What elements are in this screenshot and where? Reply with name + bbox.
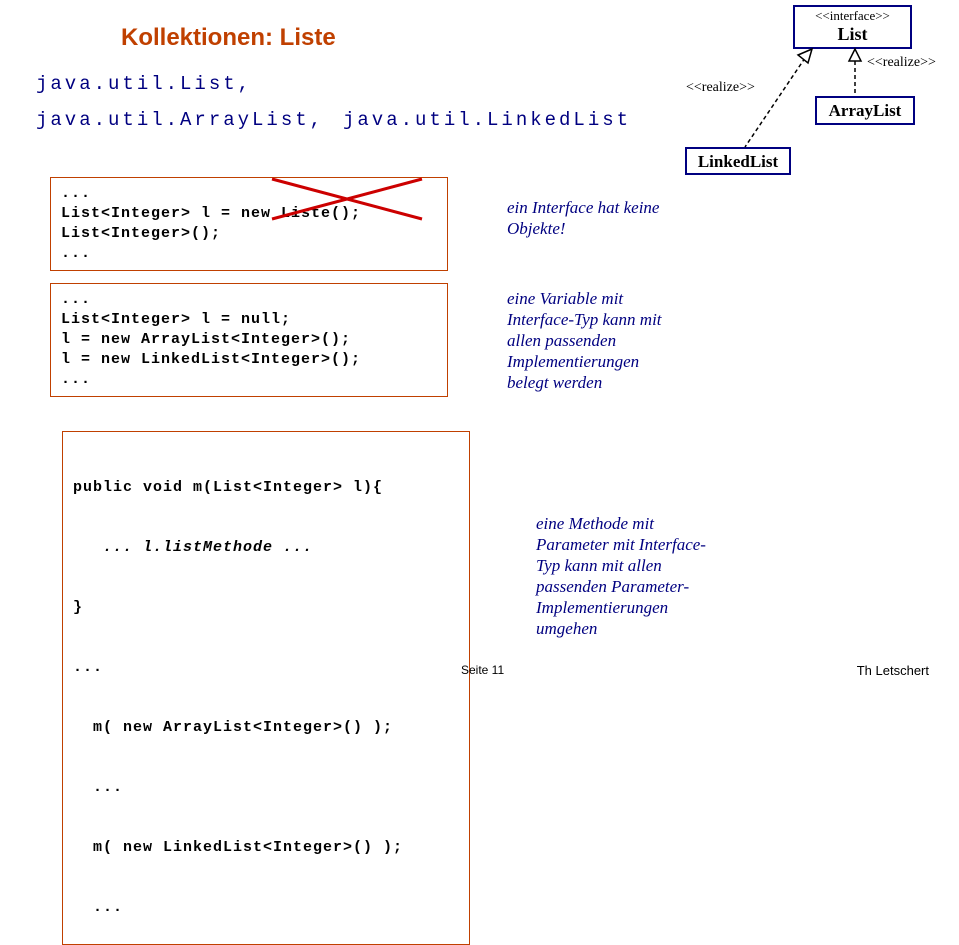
cb1-l4: ... bbox=[61, 244, 437, 264]
note-2: eine Variable mit Interface-Typ kann mit… bbox=[507, 288, 662, 393]
note2-l3: allen passenden bbox=[507, 330, 662, 351]
footer-author: Th Letschert bbox=[857, 663, 929, 678]
cb2-l4: l = new LinkedList<Integer>(); bbox=[61, 350, 437, 370]
code-line-1: java.util.List, bbox=[36, 73, 252, 95]
cb3-l7: m( new LinkedList<Integer>() ); bbox=[73, 838, 459, 858]
note3-l1: eine Methode mit bbox=[536, 513, 706, 534]
cb2-l2: List<Integer> l = null; bbox=[61, 310, 437, 330]
note3-l4: passenden Parameter- bbox=[536, 576, 706, 597]
note-3: eine Methode mit Parameter mit Interface… bbox=[536, 513, 706, 639]
uml-class-linkedlist: LinkedList bbox=[685, 147, 791, 175]
note3-l6: umgehen bbox=[536, 618, 706, 639]
uml-interface-list: <<interface>> List bbox=[793, 5, 912, 49]
note-1: ein Interface hat keine Objekte! bbox=[507, 197, 659, 239]
cb3-l1: public void m(List<Integer> l){ bbox=[73, 478, 459, 498]
page-heading: Kollektionen: Liste bbox=[121, 24, 336, 52]
cb3-l8: ... bbox=[73, 898, 459, 918]
interface-list-name: List bbox=[795, 24, 910, 45]
note3-l3: Typ kann mit allen bbox=[536, 555, 706, 576]
code-box-3: public void m(List<Integer> l){ ... l.li… bbox=[62, 431, 470, 945]
note3-l5: Implementierungen bbox=[536, 597, 706, 618]
cb3-l4: ... bbox=[73, 658, 459, 678]
note1-l1: ein Interface hat keine bbox=[507, 197, 659, 218]
class-arraylist-name: ArrayList bbox=[829, 101, 902, 120]
cb3-l6: ... bbox=[73, 778, 459, 798]
cb3-l5: m( new ArrayList<Integer>() ); bbox=[73, 718, 459, 738]
cb3-l2: ... l.listMethode ... bbox=[73, 538, 459, 558]
class-linkedlist-name: LinkedList bbox=[698, 152, 778, 171]
footer-page-number: Seite 11 bbox=[461, 663, 504, 677]
code-line-2a: java.util.ArrayList, bbox=[36, 109, 324, 131]
code-line-2b: java.util.LinkedList bbox=[343, 109, 631, 131]
note3-l2: Parameter mit Interface- bbox=[536, 534, 706, 555]
cb2-l5: ... bbox=[61, 370, 437, 390]
realize-left-label: <<realize>> bbox=[686, 80, 755, 96]
realize-right-label: <<realize>> bbox=[867, 55, 936, 71]
uml-class-arraylist: ArrayList bbox=[815, 96, 915, 125]
red-x-icon bbox=[262, 171, 432, 231]
note2-l1: eine Variable mit bbox=[507, 288, 662, 309]
interface-tag: <<interface>> bbox=[795, 8, 910, 24]
cb3-l3: } bbox=[73, 598, 459, 618]
note2-l4: Implementierungen bbox=[507, 351, 662, 372]
cb2-l1: ... bbox=[61, 290, 437, 310]
note2-l2: Interface-Typ kann mit bbox=[507, 309, 662, 330]
cb2-l3: l = new ArrayList<Integer>(); bbox=[61, 330, 437, 350]
code-box-2: ... List<Integer> l = null; l = new Arra… bbox=[50, 283, 448, 397]
note2-l5: belegt werden bbox=[507, 372, 662, 393]
note1-l2: Objekte! bbox=[507, 218, 659, 239]
